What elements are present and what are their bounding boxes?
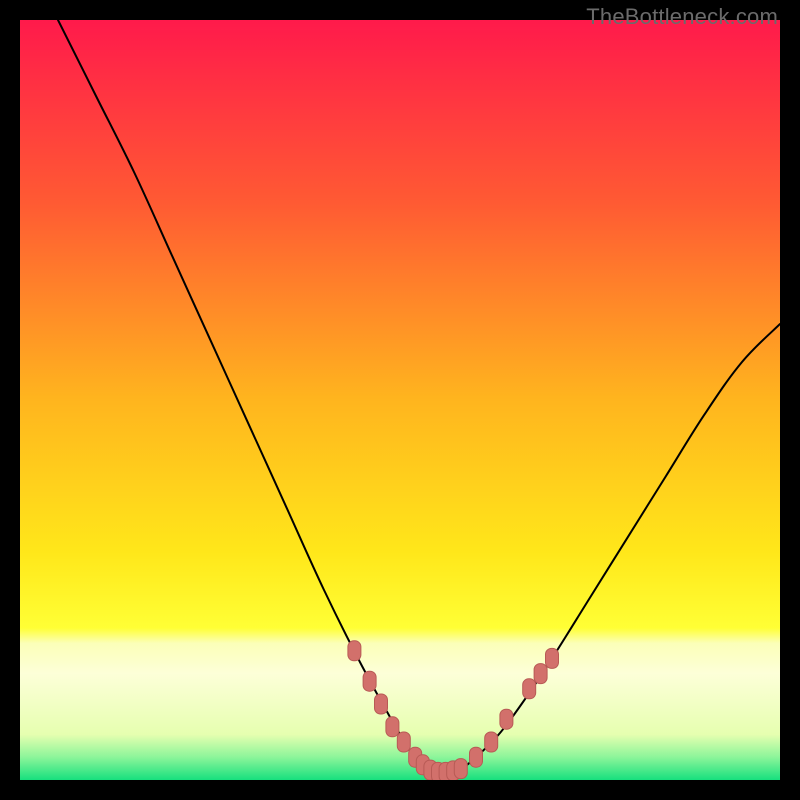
data-marker [375, 694, 388, 714]
data-marker [454, 759, 467, 779]
data-marker [348, 641, 361, 661]
watermark-text: TheBottleneck.com [586, 4, 778, 30]
curve-left-branch [58, 20, 446, 772]
data-marker [500, 709, 513, 729]
curve-right-branch [446, 324, 780, 772]
data-marker [523, 679, 536, 699]
plot-area [20, 20, 780, 780]
data-marker [363, 671, 376, 691]
data-marker [546, 648, 559, 668]
data-marker [534, 664, 547, 684]
curve-layer [20, 20, 780, 780]
data-marker [397, 732, 410, 752]
chart-container: TheBottleneck.com [0, 0, 800, 800]
data-marker [386, 717, 399, 737]
data-marker [470, 747, 483, 767]
data-marker [485, 732, 498, 752]
